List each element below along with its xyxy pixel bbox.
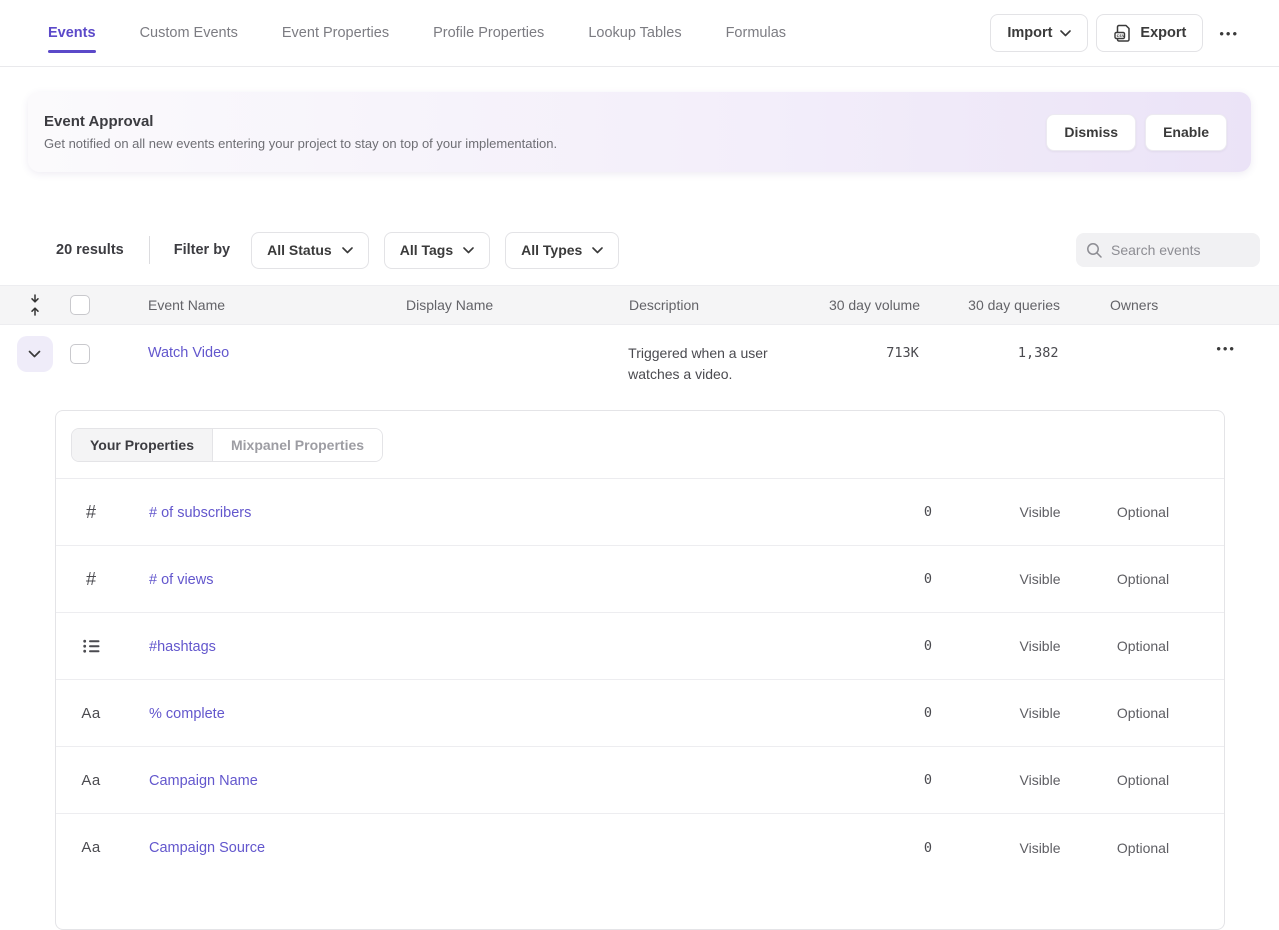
svg-text:csv: csv (1117, 34, 1126, 39)
property-count: 0 (872, 772, 932, 788)
tab-lookup-tables[interactable]: Lookup Tables (588, 0, 681, 66)
property-name-link[interactable]: # of subscribers (149, 505, 251, 521)
types-filter-dropdown[interactable]: All Types (505, 232, 619, 269)
chevron-down-icon (1060, 30, 1071, 37)
property-visibility: Visible (990, 705, 1090, 721)
property-visibility: Visible (990, 772, 1090, 788)
property-count: 0 (872, 571, 932, 587)
top-nav: Events Custom Events Event Properties Pr… (0, 0, 1279, 67)
property-requirement: Optional (1093, 638, 1193, 654)
property-visibility: Visible (990, 571, 1090, 587)
number-type-icon: # (86, 502, 96, 523)
property-name-link[interactable]: Campaign Name (149, 773, 258, 789)
column-event-name: Event Name (118, 297, 376, 313)
property-count: 0 (872, 504, 932, 520)
event-row: Watch Video Triggered when a user watche… (0, 326, 1279, 410)
filter-by-label: Filter by (174, 242, 230, 258)
chevron-down-icon (463, 247, 474, 254)
chevron-down-icon (28, 350, 41, 359)
property-row: # # of subscribers 0 Visible Optional (56, 479, 1224, 546)
tab-event-properties[interactable]: Event Properties (282, 0, 389, 66)
tab-formulas[interactable]: Formulas (726, 0, 786, 66)
event-table-header: Event Name Display Name Description 30 d… (0, 285, 1279, 325)
csv-file-icon: csv (1113, 23, 1132, 43)
property-name-link[interactable]: % complete (149, 706, 225, 722)
nav-tabs: Events Custom Events Event Properties Pr… (48, 0, 786, 66)
enable-button[interactable]: Enable (1145, 114, 1227, 151)
import-label: Import (1007, 25, 1052, 41)
property-requirement: Optional (1093, 705, 1193, 721)
dismiss-button[interactable]: Dismiss (1046, 114, 1136, 151)
event-30-day-queries: 1,382 (919, 345, 1059, 361)
tags-filter-value: All Tags (400, 242, 453, 258)
property-row: Aa % complete 0 Visible Optional (56, 680, 1224, 747)
tab-events[interactable]: Events (48, 0, 96, 66)
property-row: #hashtags 0 Visible Optional (56, 613, 1224, 680)
export-button[interactable]: csv Export (1096, 14, 1203, 52)
text-type-icon: Aa (81, 705, 100, 722)
column-display-name: Display Name (376, 297, 599, 313)
status-filter-value: All Status (267, 242, 332, 258)
types-filter-value: All Types (521, 242, 582, 258)
property-requirement: Optional (1093, 504, 1193, 520)
column-30-day-queries: 30 day queries (920, 297, 1060, 313)
banner-subtitle: Get notified on all new events entering … (44, 136, 557, 151)
column-30-day-volume: 30 day volume (790, 297, 920, 313)
select-all-checkbox[interactable] (70, 295, 90, 315)
tab-profile-properties[interactable]: Profile Properties (433, 0, 544, 66)
row-checkbox[interactable] (70, 344, 90, 364)
banner-title: Event Approval (44, 113, 557, 130)
property-count: 0 (872, 638, 932, 654)
property-row: Aa Campaign Name 0 Visible Optional (56, 747, 1224, 814)
event-name-link[interactable]: Watch Video (148, 345, 229, 361)
tab-mixpanel-properties[interactable]: Mixpanel Properties (212, 429, 382, 461)
list-type-icon (83, 639, 100, 653)
property-visibility: Visible (990, 638, 1090, 654)
property-requirement: Optional (1093, 840, 1193, 856)
chevron-down-icon (592, 247, 603, 254)
property-row: # # of views 0 Visible Optional (56, 546, 1224, 613)
nav-overflow-menu[interactable]: ••• (1211, 26, 1247, 41)
property-name-link[interactable]: Campaign Source (149, 840, 265, 856)
property-visibility: Visible (990, 840, 1090, 856)
column-owners: Owners (1060, 297, 1210, 313)
event-30-day-volume: 713K (789, 345, 919, 361)
number-type-icon: # (86, 569, 96, 590)
row-overflow-menu[interactable]: ••• (1208, 341, 1244, 356)
collapse-row-button[interactable] (17, 336, 53, 372)
export-label: Export (1140, 25, 1186, 41)
collapse-all-icon[interactable] (0, 294, 70, 316)
text-type-icon: Aa (81, 839, 100, 856)
property-count: 0 (872, 840, 932, 856)
event-approval-banner: Event Approval Get notified on all new e… (28, 92, 1251, 172)
filter-row: 20 results Filter by All Status All Tags… (56, 232, 1260, 268)
search-box (1076, 233, 1260, 267)
property-requirement: Optional (1093, 571, 1193, 587)
search-icon (1086, 242, 1103, 259)
property-requirement: Optional (1093, 772, 1193, 788)
properties-tab-group: Your Properties Mixpanel Properties (71, 428, 383, 462)
import-button[interactable]: Import (990, 14, 1088, 52)
property-name-link[interactable]: #hashtags (149, 639, 216, 655)
results-count: 20 results (56, 242, 124, 258)
status-filter-dropdown[interactable]: All Status (251, 232, 369, 269)
property-name-link[interactable]: # of views (149, 572, 213, 588)
search-input[interactable] (1111, 242, 1251, 258)
tab-custom-events[interactable]: Custom Events (140, 0, 238, 66)
property-count: 0 (872, 705, 932, 721)
event-description: Triggered when a user watches a video. (628, 343, 788, 385)
divider (149, 236, 150, 264)
property-row: Aa Campaign Source 0 Visible Optional (56, 814, 1224, 881)
tags-filter-dropdown[interactable]: All Tags (384, 232, 490, 269)
properties-panel: Your Properties Mixpanel Properties # # … (55, 410, 1225, 930)
chevron-down-icon (342, 247, 353, 254)
text-type-icon: Aa (81, 772, 100, 789)
tab-your-properties[interactable]: Your Properties (72, 429, 212, 461)
column-description: Description (599, 297, 790, 313)
property-visibility: Visible (990, 504, 1090, 520)
